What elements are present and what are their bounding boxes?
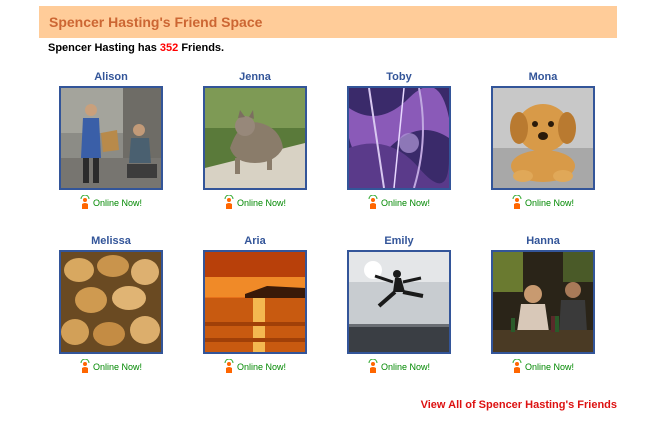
page-title: Spencer Hasting's Friend Space: [49, 14, 263, 30]
friend-name-link[interactable]: Hanna: [491, 234, 595, 249]
friend-card-jenna: Jenna Online Now!: [203, 70, 307, 209]
online-person-icon: [512, 359, 522, 373]
online-status: Online Now!: [59, 195, 163, 209]
friend-card-toby: Toby Online Now!: [347, 70, 451, 209]
online-status: Online Now!: [347, 195, 451, 209]
online-status: Online Now!: [203, 359, 307, 373]
friend-photo[interactable]: [347, 86, 451, 190]
online-person-icon: [80, 359, 90, 373]
friend-name-link[interactable]: Jenna: [203, 70, 307, 85]
online-person-icon: [512, 195, 522, 209]
friend-card-hanna: Hanna Online Now!: [491, 234, 595, 373]
online-status-label: Online Now!: [236, 362, 287, 372]
online-status: Online Now!: [347, 359, 451, 373]
friend-count-suffix: Friends.: [181, 42, 225, 54]
friend-card-alison: Alison Online Now!: [59, 70, 163, 209]
online-status-label: Online Now!: [524, 198, 575, 208]
friend-photo[interactable]: [59, 250, 163, 354]
online-person-icon: [224, 359, 234, 373]
friend-count-line: Spencer Hasting has 352 Friends.: [48, 42, 224, 54]
friend-photo[interactable]: [59, 86, 163, 190]
friend-space-header: Spencer Hasting's Friend Space: [39, 6, 617, 38]
online-status: Online Now!: [491, 195, 595, 209]
online-status-label: Online Now!: [92, 362, 143, 372]
friend-count: 352: [159, 42, 179, 54]
online-status-label: Online Now!: [380, 198, 431, 208]
friend-name-link[interactable]: Toby: [347, 70, 451, 85]
friend-card-mona: Mona Online Now!: [491, 70, 595, 209]
online-status: Online Now!: [491, 359, 595, 373]
friend-photo[interactable]: [491, 250, 595, 354]
friend-photo-image: [61, 88, 161, 188]
online-status-label: Online Now!: [524, 362, 575, 372]
online-person-icon: [368, 359, 378, 373]
friend-photo[interactable]: [491, 86, 595, 190]
online-person-icon: [368, 195, 378, 209]
friend-photo-image: [205, 88, 305, 188]
view-all-friends-link[interactable]: View All of Spencer Hasting's Friends: [421, 399, 617, 411]
friend-photo[interactable]: [347, 250, 451, 354]
online-person-icon: [80, 195, 90, 209]
online-status: Online Now!: [203, 195, 307, 209]
friend-photo-image: [349, 252, 449, 352]
friend-name-link[interactable]: Melissa: [59, 234, 163, 249]
friend-card-emily: Emily Online Now!: [347, 234, 451, 373]
friend-photo[interactable]: [203, 250, 307, 354]
friend-name-link[interactable]: Mona: [491, 70, 595, 85]
online-status: Online Now!: [59, 359, 163, 373]
online-status-label: Online Now!: [380, 362, 431, 372]
friend-card-melissa: Melissa Online Now!: [59, 234, 163, 373]
friend-name-link[interactable]: Emily: [347, 234, 451, 249]
online-status-label: Online Now!: [92, 198, 143, 208]
friend-name-link[interactable]: Aria: [203, 234, 307, 249]
friend-photo-image: [349, 88, 449, 188]
friend-count-prefix: Spencer Hasting has: [48, 42, 157, 54]
friend-photo-image: [493, 88, 593, 188]
friend-name-link[interactable]: Alison: [59, 70, 163, 85]
friend-photo[interactable]: [203, 86, 307, 190]
friend-photo-image: [205, 252, 305, 352]
friend-photo-image: [61, 252, 161, 352]
online-status-label: Online Now!: [236, 198, 287, 208]
online-person-icon: [224, 195, 234, 209]
friend-photo-image: [493, 252, 593, 352]
friend-card-aria: Aria Online Now!: [203, 234, 307, 373]
